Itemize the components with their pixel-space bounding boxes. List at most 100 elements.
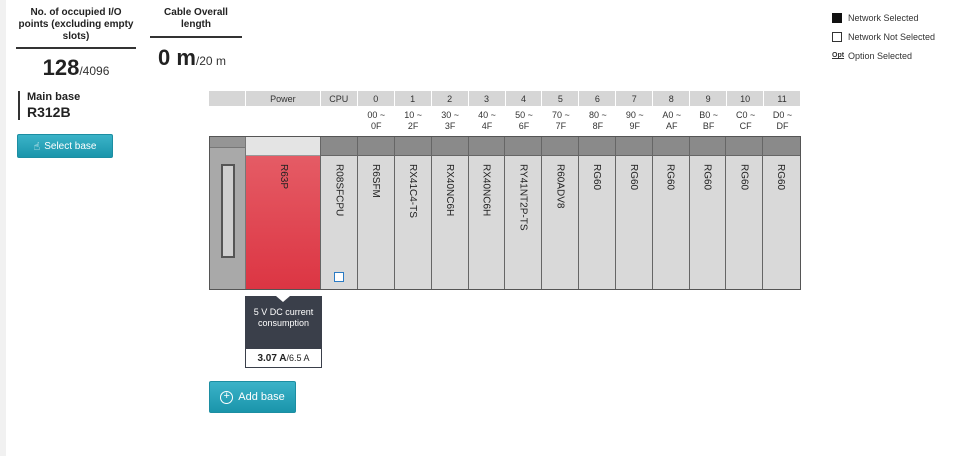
power-module[interactable]: R63P [245,137,322,289]
slot-address-row: 00 ~0F 10 ~2F 30 ~3F 40 ~4F 50 ~6F 70 ~7F 80 ~… [209,107,801,135]
header-slot-11: 11 [764,91,801,106]
consumption-max: /6.5 A [286,353,310,363]
address-end: 7F [555,121,567,131]
header-slot-8: 8 [653,91,691,106]
address-slot-0: 00 ~0F [358,107,395,135]
address-start: 40 ~ [478,110,496,120]
header-slot-10: 10 [727,91,765,106]
header-slot-9: 9 [690,91,728,106]
module-name: RG60 [664,164,676,191]
module-name: RX40NC6H [443,164,455,217]
header-slot-4: 4 [506,91,543,106]
empty-square-icon [832,31,842,42]
address-end: 4F [481,121,493,131]
address-start: B0 ~ [699,110,719,120]
io-module-slot-10[interactable]: RG60 [726,137,764,289]
module-cap [763,137,800,156]
io-module-slot-5[interactable]: R60ADV8 [542,137,580,289]
module-cap [245,137,321,156]
address-end: 8F [592,121,604,131]
address-end: 0F [370,121,382,131]
header-slot-2: 2 [432,91,469,106]
io-module-slot-7[interactable]: RG60 [615,137,653,289]
io-points-value: 128 [42,55,80,80]
main-base-label: Main base [27,91,81,103]
io-module-slot-8[interactable]: RG60 [652,137,690,289]
io-points-value-row: 128/4096 [16,55,136,81]
consumption-value: 3.07 A [257,353,287,364]
module-cap [579,137,615,156]
option-icon: Opt [832,52,845,59]
header-slot-3: 3 [469,91,506,106]
io-module-slot-11[interactable]: RG60 [763,137,800,289]
address-blank [209,107,246,135]
module-cap [321,137,358,156]
address-slot-11: D0 ~ DF [764,107,801,135]
io-module-slot-3[interactable]: RX40NC6H [468,137,506,289]
module-name: RG60 [701,164,713,191]
rack-header: Power CPU 0 1 2 3 4 5 6 7 8 9 10 11 00 ~0F 10 ~2F 30 … [209,91,801,135]
module-cap [689,137,726,156]
left-border [0,0,6,456]
legend-network-not-selected: Network Not Selected [832,27,935,46]
header-slot-6: 6 [579,91,617,106]
slot-header-row: Power CPU 0 1 2 3 4 5 6 7 8 9 10 11 [209,91,801,107]
address-end: 6F [518,121,530,131]
io-module-slot-0[interactable]: R6SFM [358,137,396,289]
address-slot-5: 70 ~7F [542,107,579,135]
module-cap [726,137,763,156]
module-cap [395,137,431,156]
module-cap [505,137,542,156]
module-name: RY41NT2P-TS [517,164,529,231]
header-slot-0: 0 [358,91,395,106]
io-module-slot-9[interactable]: RG60 [689,137,727,289]
module-cap [615,137,652,156]
cpu-module-name: R08SFCPU [333,164,345,217]
select-base-label: Select base [44,140,97,152]
address-slot-7: 90 ~9F [616,107,653,135]
address-start: 90 ~ [625,110,644,120]
legend: Network Selected Network Not Selected Op… [832,8,935,65]
plus-circle-icon: + [220,390,234,404]
endcap-connector [221,164,235,258]
power-module-name: R63P [277,164,289,190]
select-base-button[interactable]: ☝ Select base [17,134,113,158]
io-module-slot-6[interactable]: RG60 [579,137,616,289]
module-name: RG60 [775,164,787,191]
network-checkbox[interactable] [334,272,345,282]
legend-label: Option Selected [848,50,913,61]
address-slot-3: 40 ~4F [469,107,506,135]
consumption-label: 5 V DC current consumption [245,296,322,348]
module-name: R6SFM [370,164,382,198]
cable-length-value-row: 0 m/20 m [150,45,242,71]
select-icon: ☝ [33,140,41,153]
address-start: 70 ~ [552,110,570,120]
io-module-slot-1[interactable]: RX41C4-TS [395,137,432,289]
base-endcap [210,137,246,289]
address-end: 9F [629,121,641,131]
io-module-slot-2[interactable]: RX40NC6H [431,137,469,289]
base-chassis: R63P R08SFCPU R6SFM RX41C4-TS RX40NC6H RX40… [209,136,801,290]
address-start: 50 ~ [515,110,533,120]
legend-network-selected: Network Selected [832,8,935,27]
io-points-max: /4096 [79,64,110,78]
address-start: 00 ~ [367,110,386,120]
address-end: CF [739,121,752,131]
current-consumption: 5 V DC current consumption 3.07 A/6.5 A [245,296,322,368]
main-base-info: Main base R312B [18,91,80,120]
address-blank [321,107,358,135]
module-cap [652,137,689,156]
header-slot-5: 5 [542,91,580,106]
address-slot-1: 10 ~2F [395,107,432,135]
io-module-slot-4[interactable]: RY41NT2P-TS [505,137,543,289]
address-end: 3F [444,121,456,131]
address-start: D0 ~ [772,110,793,120]
address-slot-10: C0 ~ CF [727,107,764,135]
cpu-module[interactable]: R08SFCPU [321,137,359,289]
endcap-top [210,137,245,148]
header-slot-7: 7 [616,91,654,106]
address-slot-4: 50 ~6F [506,107,543,135]
header-blank [209,91,246,106]
add-base-button[interactable]: + Add base [209,381,296,413]
cable-length-value: 0 m [158,45,196,70]
